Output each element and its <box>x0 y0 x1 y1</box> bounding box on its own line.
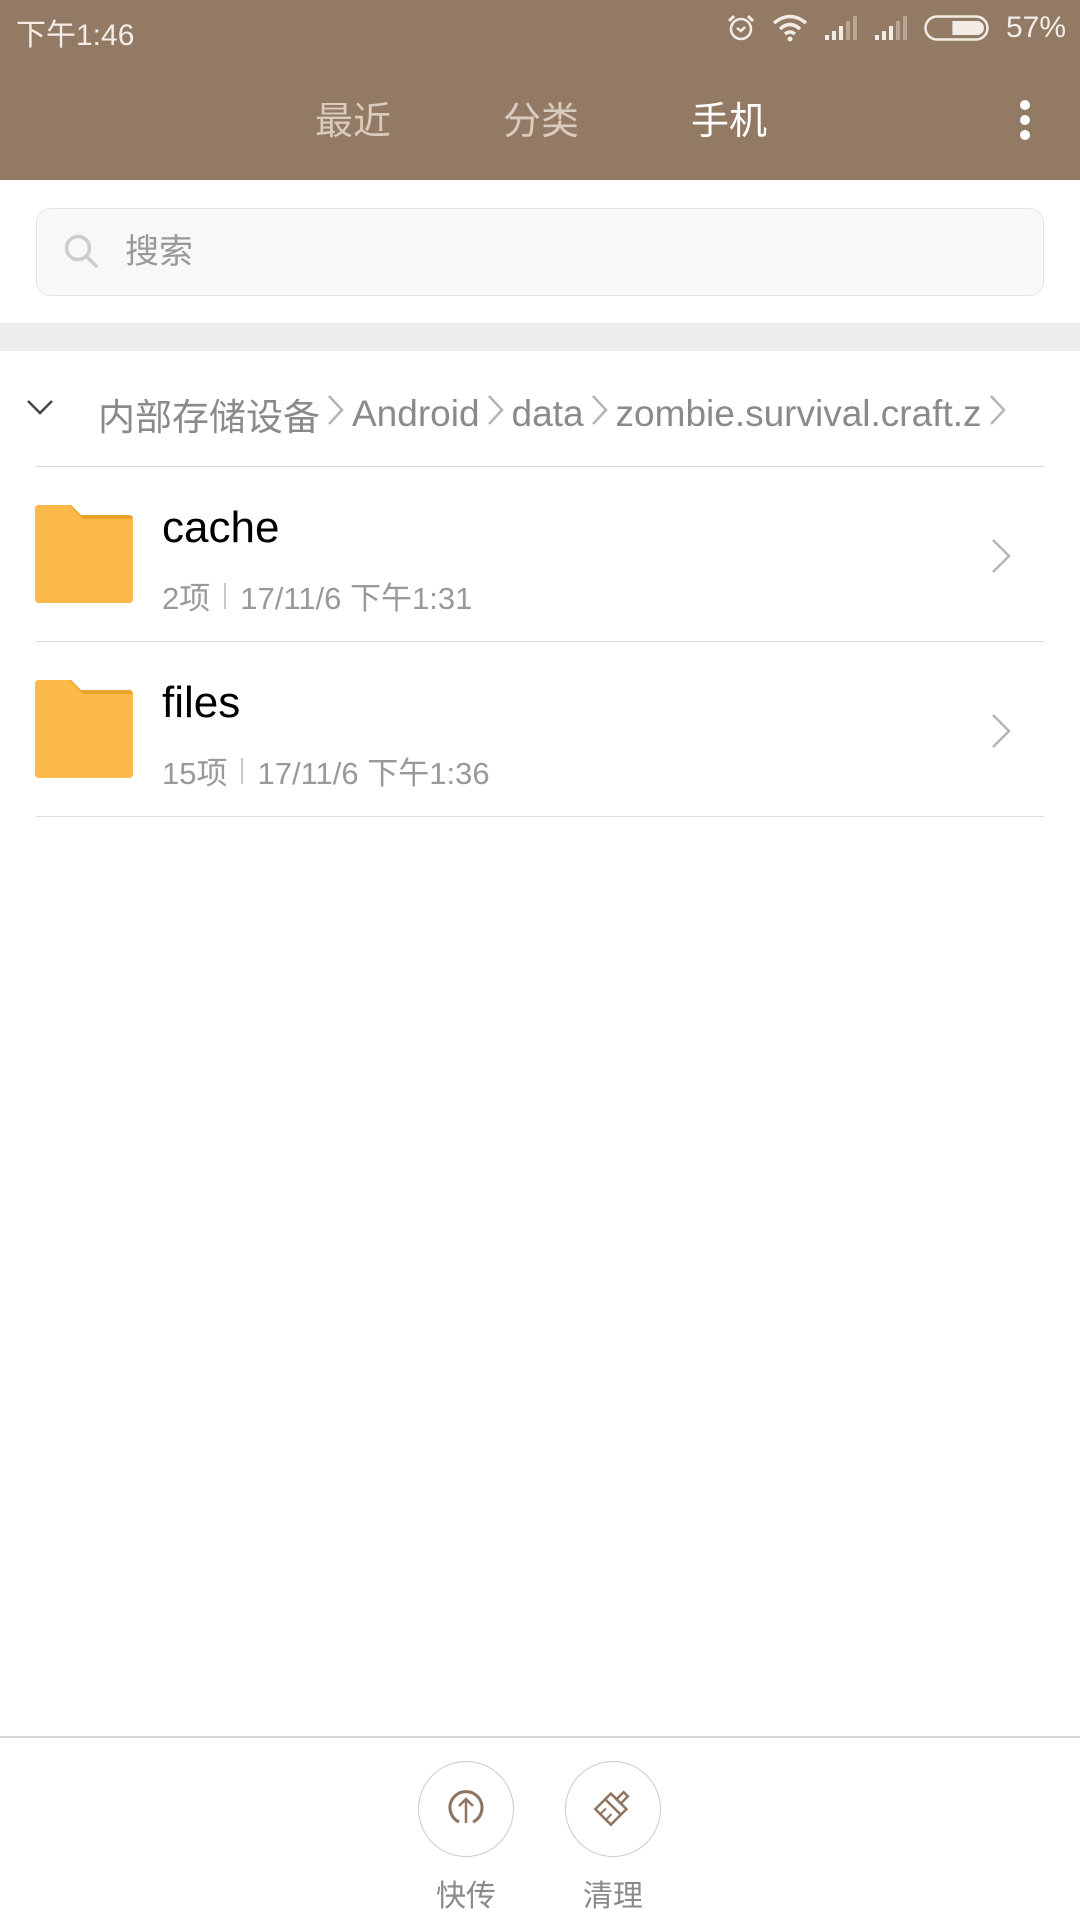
modified-date: 17/11/6 下午1:36 <box>257 756 490 791</box>
app-header: 下午1:46 57% 最近 分类 手机 <box>0 0 1080 180</box>
file-name: files <box>162 678 241 727</box>
modified-date: 17/11/6 下午1:31 <box>240 581 473 616</box>
breadcrumb-item[interactable]: Android <box>352 393 480 435</box>
clean-button[interactable]: 清理 <box>565 1761 661 1915</box>
meta-separator <box>241 757 244 784</box>
file-list-item[interactable]: cache 2项 17/11/6 下午1:31 <box>0 467 1080 642</box>
battery-percent: 57% <box>1005 11 1066 44</box>
chevron-right-icon <box>326 392 346 437</box>
quick-transfer-button[interactable]: 快传 <box>418 1761 514 1915</box>
tab-category[interactable]: 分类 <box>503 90 579 145</box>
upload-icon <box>446 1787 486 1832</box>
chevron-right-icon <box>486 392 506 437</box>
search-box <box>36 208 1044 296</box>
chevron-down-icon[interactable] <box>22 389 58 425</box>
breadcrumb: 内部存储设备 Android data zombie.survival.craf… <box>0 351 1080 467</box>
broom-icon <box>593 1787 633 1832</box>
file-list-item[interactable]: files 15项 17/11/6 下午1:36 <box>0 642 1080 817</box>
battery-icon <box>924 15 990 41</box>
item-count: 15项 <box>162 756 228 791</box>
file-name: cache <box>162 503 280 552</box>
chevron-right-icon <box>590 392 610 437</box>
tab-bar: 最近 分类 手机 <box>0 90 1080 150</box>
search-input[interactable] <box>125 209 1005 295</box>
file-meta: 2项 17/11/6 下午1:31 <box>162 573 472 618</box>
breadcrumb-path: 内部存储设备 Android data zombie.survival.craf… <box>98 387 1014 441</box>
breadcrumb-item[interactable]: data <box>512 393 584 435</box>
alarm-icon <box>726 13 756 43</box>
divider <box>36 816 1044 817</box>
wifi-icon <box>772 14 808 42</box>
action-circle <box>418 1761 514 1857</box>
tab-recent[interactable]: 最近 <box>315 90 391 145</box>
chevron-right-icon <box>990 537 1012 580</box>
section-divider <box>0 323 1080 351</box>
status-time: 下午1:46 <box>16 19 135 52</box>
action-circle <box>565 1761 661 1857</box>
status-bar: 下午1:46 57% <box>0 0 1080 58</box>
more-vertical-icon[interactable] <box>1010 96 1040 144</box>
status-icons: 57% <box>726 8 1066 48</box>
file-meta: 15项 17/11/6 下午1:36 <box>162 748 490 793</box>
breadcrumb-item-current[interactable]: zombie.survival.craft.z <box>616 393 982 435</box>
signal-icon <box>824 15 858 41</box>
folder-icon <box>35 505 133 608</box>
folder-icon <box>35 680 133 783</box>
meta-separator <box>224 582 227 609</box>
signal-icon <box>874 15 908 41</box>
bottom-bar-divider <box>0 1736 1080 1738</box>
breadcrumb-item[interactable]: 内部存储设备 <box>98 387 320 441</box>
tab-phone[interactable]: 手机 <box>691 90 767 145</box>
chevron-right-icon <box>988 392 1008 437</box>
search-icon <box>63 233 101 276</box>
chevron-right-icon <box>990 712 1012 755</box>
action-label: 快传 <box>436 1880 496 1913</box>
action-label: 清理 <box>583 1880 643 1913</box>
item-count: 2项 <box>162 581 211 616</box>
